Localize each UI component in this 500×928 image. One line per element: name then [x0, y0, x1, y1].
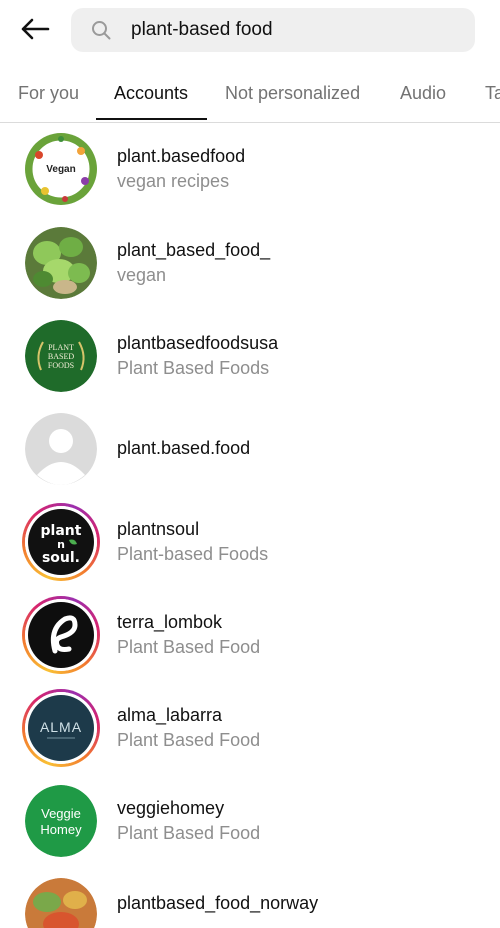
avatar: Vegan [22, 130, 100, 208]
account-full-name: Plant Based Foods [117, 358, 270, 378]
search-tabs: For you Accounts Not personalized Audio … [0, 66, 500, 123]
account-username: veggiehomey [117, 798, 225, 818]
search-icon [91, 20, 111, 40]
svg-text:ALMA: ALMA [40, 719, 82, 735]
svg-text:Veggie: Veggie [41, 806, 81, 821]
avatar: Veggie Homey [22, 782, 100, 860]
active-tab-indicator [96, 118, 207, 120]
search-bar[interactable] [71, 8, 475, 52]
account-full-name: Plant-based Foods [117, 544, 269, 564]
account-username: plantbased_food_norway [117, 893, 319, 913]
search-input[interactable] [131, 8, 461, 52]
svg-text:plant: plant [41, 523, 82, 539]
tab-accounts[interactable]: Accounts [114, 66, 188, 120]
avatar [22, 875, 100, 928]
avatar [22, 224, 100, 302]
account-username: plantbasedfoodsusa [117, 333, 279, 353]
avatar: PLANT BASED FOODS [22, 317, 100, 395]
account-row[interactable]: PLANT BASED FOODS plantbasedfoodsusa Pla… [0, 309, 500, 401]
tab-audio[interactable]: Audio [400, 66, 446, 120]
account-username: terra_lombok [117, 612, 223, 632]
account-results-list: Vegan plant.basedfood vegan recipes plan… [0, 122, 500, 928]
account-full-name: Plant Based Food [117, 730, 261, 750]
account-row[interactable]: plant_based_food_ vegan [0, 216, 500, 308]
account-username: plantnsoul [117, 519, 200, 539]
back-button[interactable] [14, 12, 56, 50]
account-username: plant_based_food_ [117, 240, 271, 260]
account-row[interactable]: Veggie Homey veggiehomey Plant Based Foo… [0, 774, 500, 866]
default-avatar-icon [25, 413, 97, 485]
svg-text:Vegan: Vegan [46, 164, 75, 175]
account-username: plant.basedfood [117, 146, 246, 166]
account-row[interactable]: ALMA alma_labarra Plant Based Food [0, 681, 500, 773]
svg-text:Homey: Homey [40, 822, 82, 837]
account-username: plant.based.food [117, 438, 251, 458]
account-row[interactable]: terra_lombok Plant Based Food [0, 588, 500, 680]
account-row[interactable]: plant.based.food [0, 402, 500, 494]
account-row[interactable]: plantbased_food_norway [0, 867, 500, 928]
account-full-name: vegan recipes [117, 171, 230, 191]
account-full-name: Plant Based Food [117, 823, 261, 843]
tab-not-personalized[interactable]: Not personalized [225, 66, 360, 120]
account-full-name: vegan [117, 265, 167, 285]
svg-text:FOODS: FOODS [48, 361, 74, 370]
account-row[interactable]: Vegan plant.basedfood vegan recipes [0, 122, 500, 214]
avatar-story-ring: plant n soul. [22, 503, 100, 581]
top-bar [0, 0, 500, 62]
avatar [22, 410, 100, 488]
account-full-name: Plant Based Food [117, 637, 261, 657]
avatar-story-ring [22, 596, 100, 674]
svg-text:PLANT: PLANT [48, 343, 74, 352]
svg-text:BASED: BASED [48, 352, 74, 361]
avatar-story-ring: ALMA [22, 689, 100, 767]
account-row[interactable]: plant n soul. plantnsoul Plant-based Foo… [0, 495, 500, 587]
tab-tags[interactable]: Ta [485, 66, 500, 120]
account-username: alma_labarra [117, 705, 223, 725]
svg-text:soul.: soul. [42, 550, 80, 566]
tab-for-you[interactable]: For you [18, 66, 79, 120]
arrow-left-icon [20, 17, 50, 46]
